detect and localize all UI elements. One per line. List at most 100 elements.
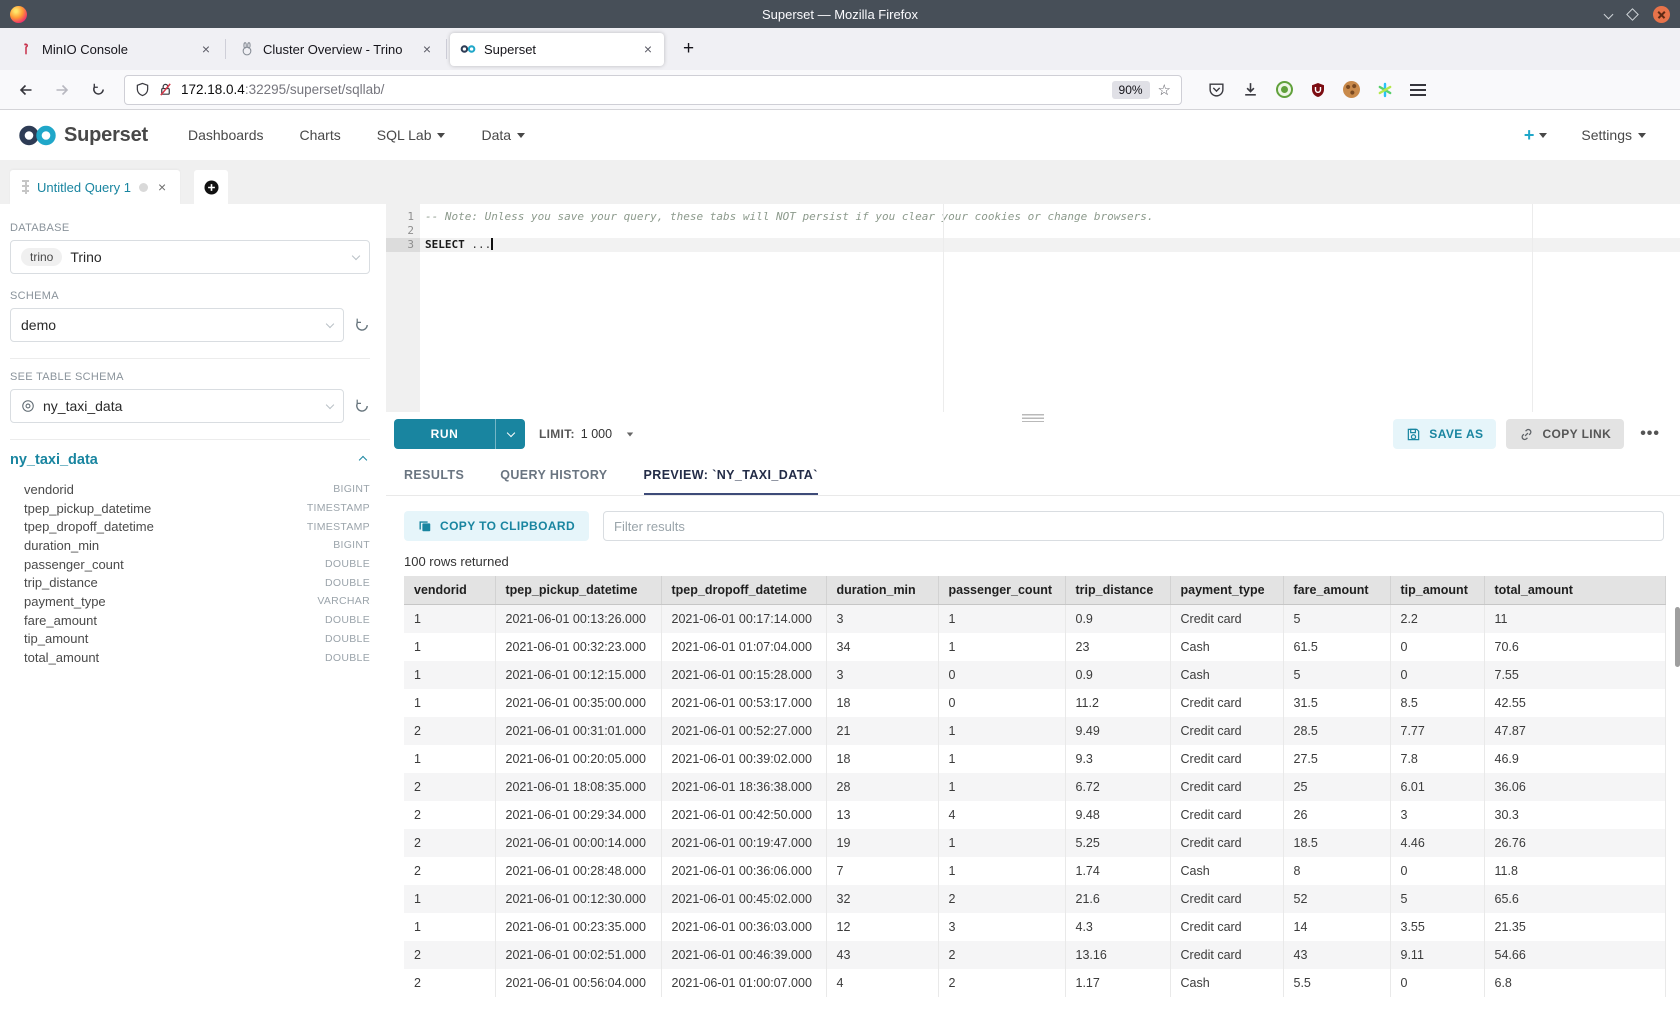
editor-blank-line <box>420 224 1680 238</box>
results-tab[interactable]: PREVIEW: `NY_TAXI_DATA` <box>644 468 818 495</box>
new-tab-button[interactable]: + <box>671 38 706 60</box>
insecure-lock-icon[interactable] <box>158 82 173 97</box>
grid-cell: 2021-06-01 00:46:39.000 <box>661 941 826 969</box>
grid-cell: 3 <box>826 605 938 634</box>
tab-close-icon[interactable]: × <box>419 40 435 58</box>
back-button[interactable] <box>12 76 40 104</box>
save-as-button[interactable]: SAVE AS <box>1393 419 1496 449</box>
grid-cell: 2021-06-01 00:36:06.000 <box>661 857 826 885</box>
tab-close-icon[interactable]: × <box>198 40 214 58</box>
bookmark-star-icon[interactable]: ☆ <box>1158 81 1171 99</box>
sql-editor[interactable]: 1 2 3 -- Note: Unless you save your quer… <box>386 204 1680 412</box>
menu-hamburger-icon[interactable] <box>1410 84 1426 96</box>
url-field[interactable]: 172.18.0.4:32295/superset/sqllab/ 90% ☆ <box>124 75 1182 105</box>
grid-cell: 32 <box>826 885 938 913</box>
collapse-chevron-icon[interactable] <box>359 456 367 464</box>
grid-header-cell[interactable]: trip_distance <box>1065 576 1170 605</box>
refresh-schema-button[interactable] <box>354 317 370 333</box>
downloads-icon[interactable] <box>1242 81 1259 98</box>
navbar-item-sql-lab[interactable]: SQL Lab <box>377 127 446 143</box>
schema-select[interactable]: demo <box>10 308 344 342</box>
grid-header-cell[interactable]: passenger_count <box>938 576 1065 605</box>
grid-header-cell[interactable]: vendorid <box>404 576 495 605</box>
browser-tab[interactable]: MinIO Console × <box>8 33 222 66</box>
tab-separator <box>225 39 226 59</box>
results-tab[interactable]: RESULTS <box>404 468 464 495</box>
vertical-scrollbar[interactable] <box>1675 607 1680 667</box>
window-close-button[interactable] <box>1653 6 1670 23</box>
grid-cell: Cash <box>1170 857 1283 885</box>
grid-cell: 1.17 <box>1065 969 1170 997</box>
navbar-item-data[interactable]: Data <box>481 127 525 143</box>
database-select[interactable]: trino Trino <box>10 240 370 274</box>
grid-cell: 46.9 <box>1484 745 1665 773</box>
browser-tab[interactable]: Superset × <box>450 33 664 66</box>
new-item-button[interactable]: + <box>1524 125 1548 146</box>
grid-cell: 2021-06-01 00:36:03.000 <box>661 913 826 941</box>
grid-cell: 30.3 <box>1484 801 1665 829</box>
grid-cell: 2021-06-01 00:23:35.000 <box>495 913 661 941</box>
grid-cell: 2 <box>404 857 495 885</box>
refresh-tables-button[interactable] <box>354 398 370 414</box>
zoom-level-badge[interactable]: 90% <box>1112 81 1150 99</box>
grid-header-cell[interactable]: tpep_pickup_datetime <box>495 576 661 605</box>
table-select[interactable]: ny_taxi_data <box>10 389 344 423</box>
grid-cell: 0.9 <box>1065 605 1170 634</box>
grid-cell: 4.3 <box>1065 913 1170 941</box>
window-chevron-icon[interactable] <box>1604 9 1614 19</box>
grid-cell: 6.8 <box>1484 969 1665 997</box>
reload-button[interactable] <box>84 76 112 104</box>
grid-cell: 1 <box>938 857 1065 885</box>
add-query-tab-button[interactable] <box>194 170 228 204</box>
grid-row: 22021-06-01 18:08:35.0002021-06-01 18:36… <box>404 773 1665 801</box>
grid-cell: 2 <box>404 969 495 997</box>
forward-button[interactable] <box>48 76 76 104</box>
grid-header-cell[interactable]: total_amount <box>1484 576 1665 605</box>
filter-results-input[interactable] <box>603 511 1664 541</box>
limit-dropdown[interactable]: LIMIT: 1 000 <box>539 427 634 441</box>
grid-header-cell[interactable]: tip_amount <box>1390 576 1484 605</box>
shield-permissions-icon[interactable] <box>135 82 150 97</box>
copy-link-button[interactable]: COPY LINK <box>1506 419 1624 449</box>
query-tab-close-icon[interactable]: × <box>156 179 168 195</box>
sidebery-extension-icon[interactable] <box>1377 82 1393 98</box>
grid-cell: 70.6 <box>1484 633 1665 661</box>
grid-header-cell[interactable]: fare_amount <box>1283 576 1390 605</box>
browser-tab[interactable]: Cluster Overview - Trino × <box>229 33 443 66</box>
pane-resize-handle[interactable] <box>1022 414 1044 422</box>
results-toolbar: COPY TO CLIPBOARD <box>386 496 1680 541</box>
grid-row: 12021-06-01 00:32:23.0002021-06-01 01:07… <box>404 633 1665 661</box>
ublock-extension-icon[interactable] <box>1310 82 1326 98</box>
query-status-dot <box>139 183 148 192</box>
run-options-dropdown[interactable] <box>495 419 525 449</box>
grid-cell: 13.16 <box>1065 941 1170 969</box>
grid-row: 12021-06-01 00:12:15.0002021-06-01 00:15… <box>404 661 1665 689</box>
schema-column-row: tip_amount DOUBLE <box>24 630 370 649</box>
navbar-item-dashboards[interactable]: Dashboards <box>188 127 264 143</box>
results-tab[interactable]: QUERY HISTORY <box>500 468 607 495</box>
grid-cell: 61.5 <box>1283 633 1390 661</box>
tab-close-icon[interactable]: × <box>640 40 656 58</box>
window-maximize-icon[interactable] <box>1626 8 1639 21</box>
table-schema-header[interactable]: ny_taxi_data <box>10 452 370 468</box>
run-button[interactable]: RUN <box>394 419 525 449</box>
more-options-button[interactable]: ••• <box>1634 425 1666 443</box>
trino-favicon <box>239 41 255 57</box>
grid-cell: 2021-06-01 00:19:47.000 <box>661 829 826 857</box>
grid-cell: 27.5 <box>1283 745 1390 773</box>
schema-column-row: tpep_dropoff_datetime TIMESTAMP <box>24 517 370 536</box>
grid-row: 12021-06-01 00:13:26.0002021-06-01 00:17… <box>404 605 1665 634</box>
navbar-item-charts[interactable]: Charts <box>300 127 341 143</box>
drag-handle-icon[interactable] <box>22 180 29 194</box>
settings-menu[interactable]: Settings <box>1581 127 1646 143</box>
cookie-extension-icon[interactable] <box>1343 81 1360 98</box>
grid-header-cell[interactable]: duration_min <box>826 576 938 605</box>
grid-header-cell[interactable]: payment_type <box>1170 576 1283 605</box>
grid-cell: 2 <box>938 969 1065 997</box>
grid-header-cell[interactable]: tpep_dropoff_datetime <box>661 576 826 605</box>
superset-brand[interactable]: Superset <box>18 123 148 148</box>
query-tab[interactable]: Untitled Query 1 × <box>10 170 180 204</box>
greasemonkey-extension-icon[interactable] <box>1276 81 1293 98</box>
copy-to-clipboard-button[interactable]: COPY TO CLIPBOARD <box>404 511 589 541</box>
pocket-icon[interactable] <box>1208 81 1225 98</box>
